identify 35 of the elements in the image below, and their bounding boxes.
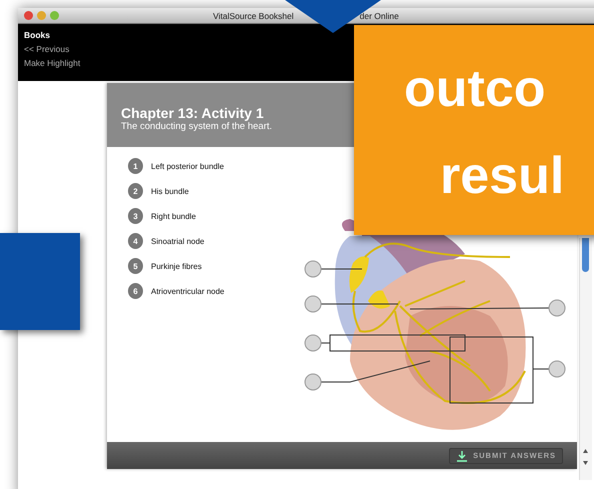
term-label[interactable]: Right bundle	[151, 212, 196, 220]
window-title: VitalSource Bookshel	[213, 10, 294, 20]
window-title: der Online	[360, 10, 399, 20]
term-label[interactable]: Sinoatrial node	[151, 236, 204, 246]
banner-text: resul	[440, 150, 564, 202]
number-badge[interactable]: 5	[128, 258, 143, 274]
number-badge[interactable]: 1	[128, 158, 143, 174]
number-badge[interactable]: 6	[128, 283, 143, 299]
activity-title: Chapter 13: Activity 1	[121, 104, 264, 120]
drop-target[interactable]	[304, 296, 322, 312]
term-label[interactable]: Left posterior bundle	[151, 162, 224, 170]
drop-target[interactable]	[304, 260, 322, 278]
books-link[interactable]: Books	[24, 30, 50, 40]
drop-target[interactable]	[548, 360, 566, 378]
download-icon	[456, 450, 468, 462]
scroll-arrows-icon[interactable]	[582, 448, 589, 466]
leader-line	[320, 268, 362, 270]
drop-target[interactable]	[548, 300, 566, 316]
number-badge[interactable]: 4	[128, 233, 143, 249]
term-label[interactable]: Purkinje fibres	[151, 262, 202, 270]
close-button[interactable]	[24, 11, 33, 20]
zoom-button[interactable]	[50, 11, 59, 20]
number-badge[interactable]: 3	[128, 208, 143, 224]
toolbar-link[interactable]: << Previous	[24, 44, 70, 54]
number-badge[interactable]: 2	[128, 183, 143, 199]
drop-target[interactable]	[304, 374, 322, 390]
minimize-button[interactable]	[37, 11, 46, 20]
banner-text: outco	[404, 63, 546, 115]
activity-subtitle: The conducting system of the heart.	[121, 120, 272, 132]
term-label[interactable]: Atrioventricular node	[151, 286, 224, 296]
term-label[interactable]: His bundle	[151, 186, 189, 196]
scrollbar[interactable]	[579, 238, 592, 480]
scroll-thumb[interactable]	[582, 238, 589, 272]
toolbar-link[interactable]: Make Highlight	[24, 58, 80, 68]
drop-target[interactable]	[304, 334, 322, 352]
